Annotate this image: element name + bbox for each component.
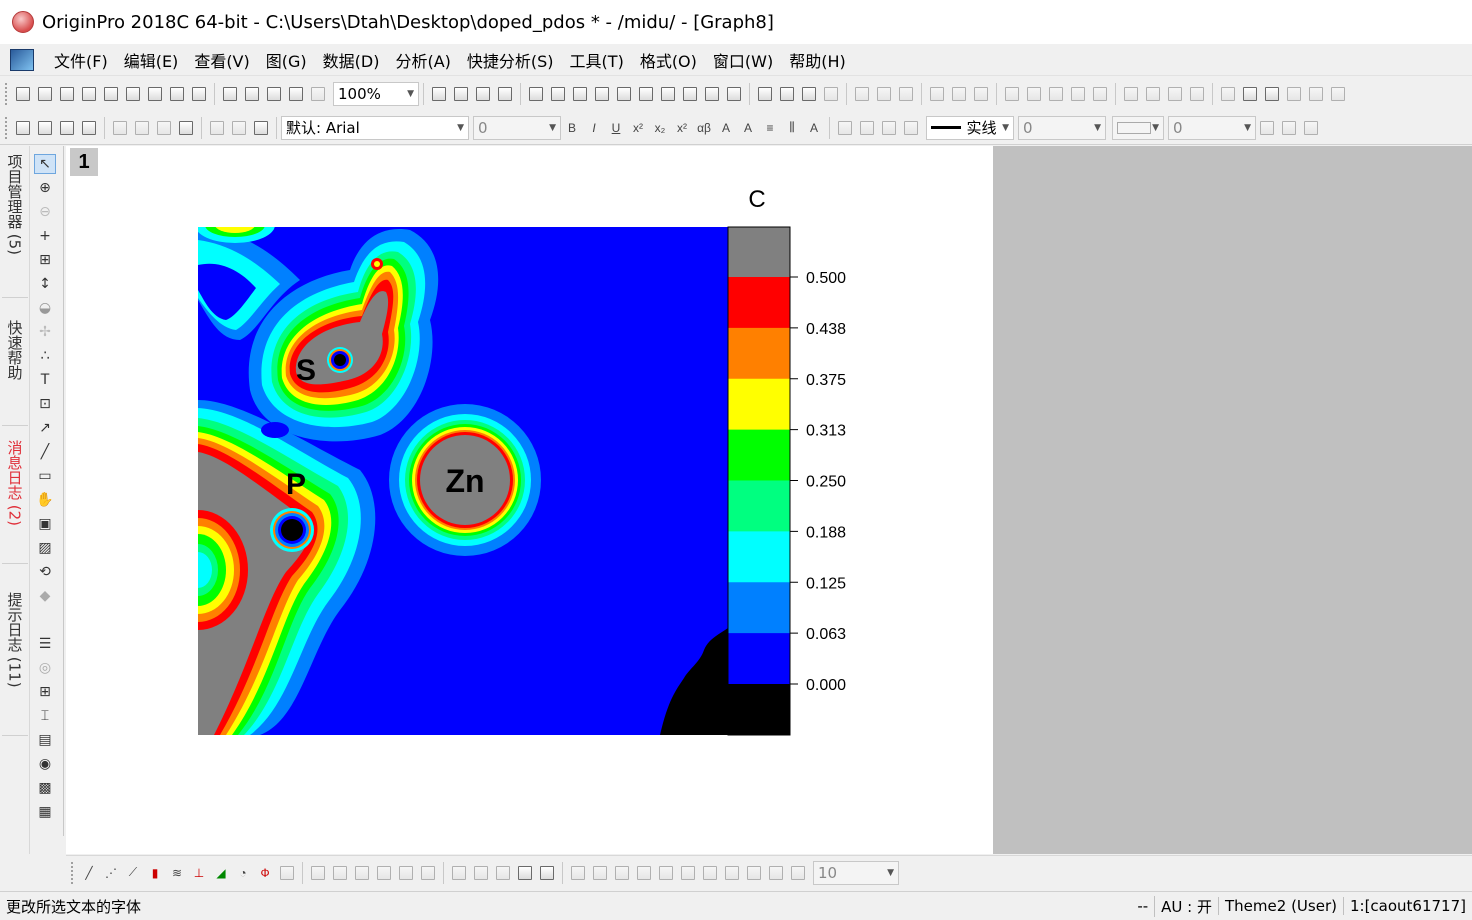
status-theme[interactable]: Theme2 (User) — [1218, 897, 1343, 915]
object-8-icon[interactable] — [722, 863, 742, 883]
box-plot-icon[interactable]: ⊥ — [189, 863, 209, 883]
3d-bars-icon[interactable] — [330, 863, 350, 883]
top-contour-b — [205, 227, 265, 237]
object-4-icon[interactable] — [634, 863, 654, 883]
p-lobe-hole — [198, 510, 248, 630]
object-3-icon[interactable] — [612, 863, 632, 883]
object-9-icon[interactable] — [744, 863, 764, 883]
s-nucleus — [327, 347, 353, 373]
color-scale-swatch-below — [728, 684, 790, 735]
color-scale-swatch — [728, 277, 790, 329]
atom-label-s[interactable]: S — [296, 354, 316, 387]
color-scale-tick-label: 0.313 — [806, 423, 846, 440]
3d-scatter-icon[interactable] — [352, 863, 372, 883]
toolbar-separator — [443, 861, 444, 884]
color-scale-title[interactable]: C — [748, 186, 765, 213]
object-size-combo[interactable]: 10 ▼ — [813, 860, 899, 885]
contour-plot: S P Zn 0.500 0.438 0.375 0.313 0.250 0.188 0.1… — [148, 186, 846, 736]
atom-label-p[interactable]: P — [286, 468, 306, 501]
color-scale-tick-label: 0.375 — [806, 372, 846, 389]
object-5-icon[interactable] — [656, 863, 676, 883]
toolbar-grip[interactable] — [71, 861, 75, 884]
heatmap-plot-icon[interactable] — [396, 863, 416, 883]
origin-app-window: OriginPro 2018C 64-bit - C:\Users\Dtah\D… — [0, 0, 1472, 920]
object-11-icon[interactable] — [788, 863, 808, 883]
color-scale-swatch — [728, 531, 790, 583]
color-scale-tick-label: 0.250 — [806, 474, 846, 491]
color-scale-swatch — [728, 378, 790, 431]
line-symbol-plot-icon[interactable]: ⟋ — [123, 863, 143, 883]
layer-4-icon[interactable] — [515, 863, 535, 883]
contour-fill-layer[interactable] — [148, 207, 728, 735]
scatter-plot-icon[interactable]: ⋰ — [101, 863, 121, 883]
color-scale-swatch — [728, 480, 790, 532]
color-scale-swatch — [728, 429, 790, 481]
3d-surface-icon[interactable] — [308, 863, 328, 883]
chevron-down-icon: ▼ — [887, 867, 894, 878]
top-contour-a — [198, 227, 275, 243]
3d-plot-icon[interactable] — [277, 863, 297, 883]
object-7-icon[interactable] — [700, 863, 720, 883]
multi-curve-icon[interactable]: ≋ — [167, 863, 187, 883]
color-scale-swatch-above — [728, 227, 790, 277]
object-10-icon[interactable] — [766, 863, 786, 883]
layer-2-icon[interactable] — [471, 863, 491, 883]
toolbar-separator — [562, 861, 563, 884]
color-scale-tick-label: 0.063 — [806, 626, 846, 643]
line-plot-icon[interactable]: ╱ — [79, 863, 99, 883]
layer-3-icon[interactable] — [493, 863, 513, 883]
small-hole — [261, 422, 289, 438]
status-hint: 更改所选文本的字体 — [6, 897, 142, 916]
image-plot-icon[interactable] — [418, 863, 438, 883]
color-scale-tick-label: 0.125 — [806, 575, 846, 592]
toolbar-separator — [302, 861, 303, 884]
p-nucleus — [270, 508, 314, 552]
status-autoupdate[interactable]: AU : 开 — [1154, 895, 1218, 917]
status-dashes: -- — [1137, 897, 1149, 915]
color-scale-swatch — [728, 633, 790, 685]
object-6-icon[interactable] — [678, 863, 698, 883]
object-2-icon[interactable] — [590, 863, 610, 883]
color-scale-tick-label: 0.000 — [806, 677, 846, 694]
atom-label-zn[interactable]: Zn — [445, 463, 484, 499]
pie-chart-icon[interactable]: ◔ — [233, 863, 253, 883]
area-plot-icon[interactable]: ◢ — [211, 863, 231, 883]
object-size-value: 10 — [818, 863, 838, 882]
color-scale-tick-label: 0.438 — [806, 321, 846, 338]
color-scale-tick-label: 0.188 — [806, 524, 846, 541]
layer-1-icon[interactable] — [449, 863, 469, 883]
status-active-cell: 1:[caout61717] — [1342, 897, 1472, 915]
graph-plot-toolbar: ╱ ⋰ ⟋ ▮ ≋ ⊥ ◢ ◔ Ф 10 ▼ — [66, 855, 1472, 889]
top-contour-c — [215, 227, 255, 233]
color-scale-swatch — [728, 582, 790, 634]
color-scale[interactable]: 0.500 0.438 0.375 0.313 0.250 0.188 0.125 0.063… — [727, 226, 846, 736]
contour-plot-icon[interactable] — [374, 863, 394, 883]
layer-5-icon[interactable] — [537, 863, 557, 883]
stock-chart-icon[interactable]: Ф — [255, 863, 275, 883]
color-scale-tick-label: 0.500 — [806, 270, 846, 287]
column-chart-icon[interactable]: ▮ — [145, 863, 165, 883]
color-scale-swatch — [728, 327, 790, 380]
object-1-icon[interactable] — [568, 863, 588, 883]
status-bar: 更改所选文本的字体 -- AU : 开 Theme2 (User) 1:[cao… — [0, 891, 1472, 920]
